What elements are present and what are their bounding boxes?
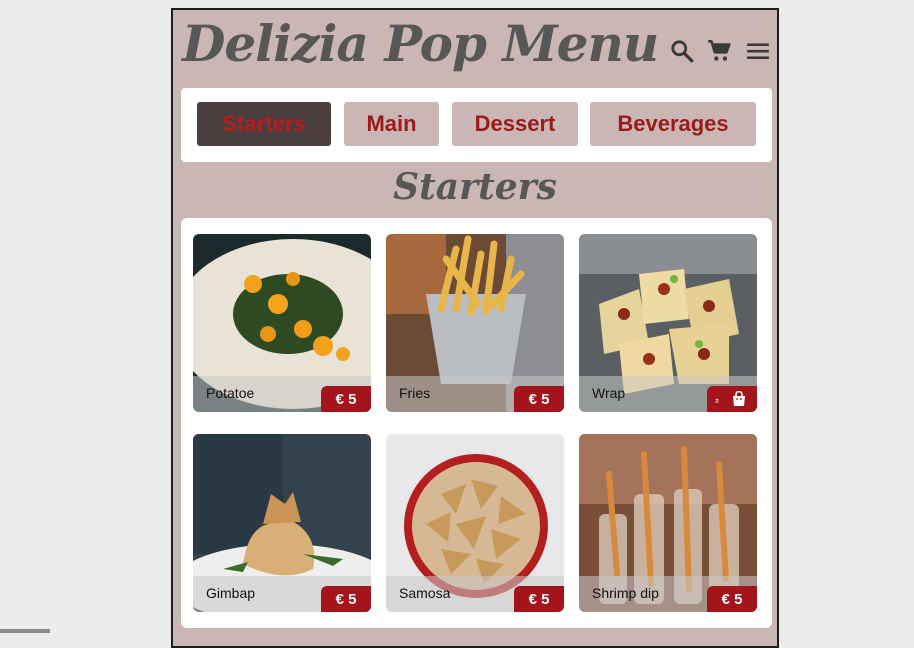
menu-item-samosa[interactable]: Samosa € 5: [386, 434, 564, 612]
menu-app: Delizia Pop Menu Starters Main Dessert B…: [171, 8, 779, 648]
section-title: Starters: [393, 166, 557, 208]
price-tag-text: ₂: [715, 394, 719, 404]
item-name: Potatoe: [206, 385, 255, 401]
header: Delizia Pop Menu: [173, 10, 777, 86]
menu-item-gimbap[interactable]: Gimbap € 5: [193, 434, 371, 612]
price-tag[interactable]: € 5: [321, 586, 371, 612]
item-name: Gimbap: [206, 585, 256, 601]
menu-item-wrap[interactable]: Wrap ₂: [579, 234, 757, 412]
logo: Delizia Pop Menu: [182, 14, 659, 73]
price-tag[interactable]: € 5: [514, 386, 564, 412]
category-tabs: Starters Main Dessert Beverages: [181, 88, 772, 162]
tab-beverages[interactable]: Beverages: [590, 102, 756, 146]
window-edge-strip: [0, 629, 50, 633]
menu-icon[interactable]: [745, 38, 771, 64]
tab-main[interactable]: Main: [344, 102, 439, 146]
menu-item-fries[interactable]: Fries € 5: [386, 234, 564, 412]
item-name: Shrimp dip: [592, 585, 659, 601]
price-tag[interactable]: € 5: [321, 386, 371, 412]
cart-icon[interactable]: [706, 38, 732, 64]
price-tag[interactable]: € 5: [707, 586, 757, 612]
tab-dessert[interactable]: Dessert: [452, 102, 578, 146]
item-name: Wrap: [592, 385, 626, 401]
price-tag-hover[interactable]: ₂: [707, 386, 757, 412]
item-name: Fries: [399, 385, 431, 401]
search-icon[interactable]: [669, 38, 695, 64]
item-name: Samosa: [399, 585, 451, 601]
price-tag[interactable]: € 5: [514, 586, 564, 612]
menu-item-potatoe[interactable]: Potatoe € 5: [193, 234, 371, 412]
shopping-bag-icon[interactable]: [731, 390, 747, 407]
tab-starters[interactable]: Starters: [197, 102, 331, 146]
menu-item-shrimp-dip[interactable]: Shrimp dip € 5: [579, 434, 757, 612]
menu-grid: Potatoe € 5 Fries € 5 Wrap ₂ Gimbap € 5 …: [181, 218, 772, 628]
